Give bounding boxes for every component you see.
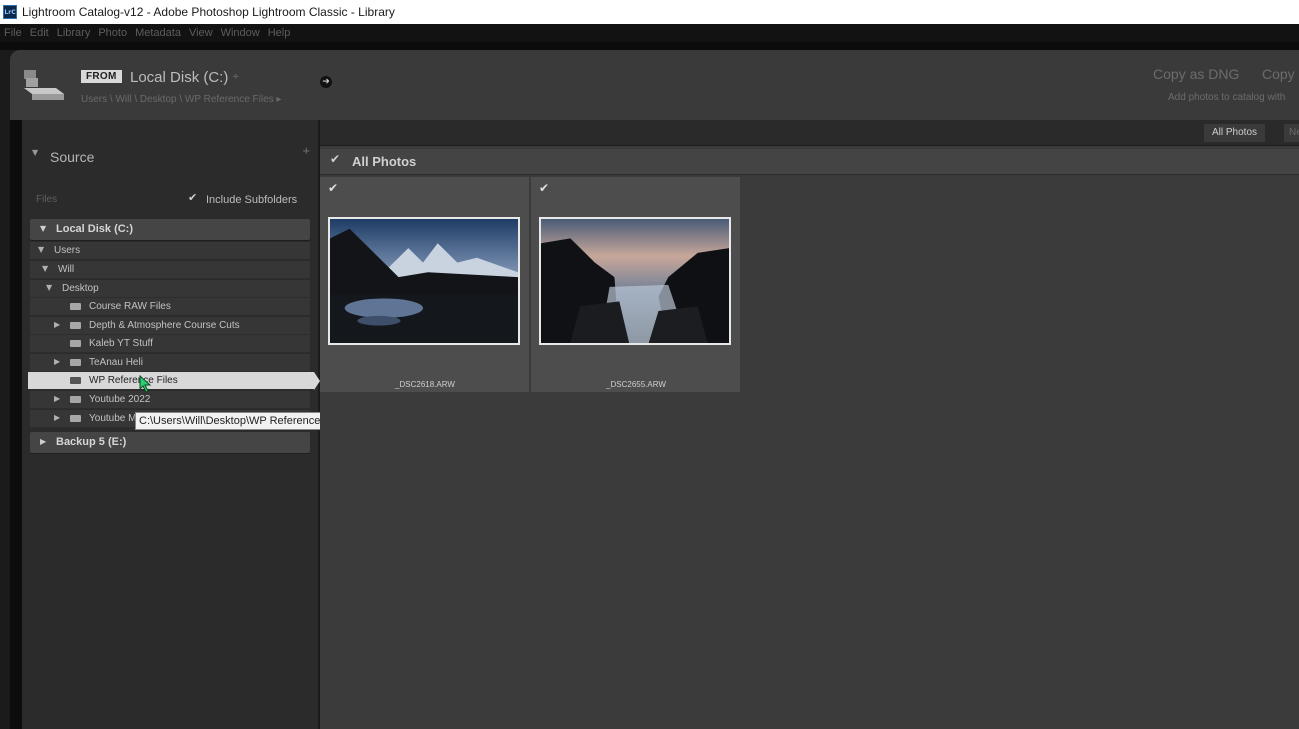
folder-label: Course RAW Files (89, 301, 171, 312)
photo-cell[interactable]: ✔ _DSC2618.ARW (320, 177, 530, 392)
grid-toolbar: All Photos Ne (320, 120, 1299, 146)
tree-folder-course-raw-files[interactable]: Course RAW Files (30, 298, 310, 316)
photo-filename: _DSC2655.ARW (606, 380, 666, 389)
folder-label: Youtube 2022 (89, 394, 151, 405)
group-title: All Photos (352, 154, 417, 169)
folder-label: Kaleb YT Stuff (89, 338, 153, 349)
volume-backup-5[interactable]: ▶ Backup 5 (E:) (30, 432, 310, 453)
menu-edit[interactable]: Edit (30, 27, 49, 39)
location-dropdown-icon[interactable]: ÷ (232, 72, 240, 82)
photo-grid-area: All Photos Ne ✔ All Photos ✔ _DSC2618.AR… (320, 120, 1299, 729)
tree-folder-wp-reference-files[interactable]: WP Reference Files (28, 372, 320, 390)
menu-metadata[interactable]: Metadata (135, 27, 181, 39)
expand-triangle-icon[interactable]: ▼ (40, 224, 46, 233)
folder-icon (70, 415, 81, 422)
tree-folder-kaleb-yt-stuff[interactable]: Kaleb YT Stuff (30, 335, 310, 353)
expand-triangle-icon[interactable]: ▼ (46, 283, 52, 292)
tree-folder-will[interactable]: ▼ Will (30, 261, 310, 279)
photo-thumbnail[interactable] (539, 217, 731, 345)
folder-label: Users (54, 245, 81, 256)
expand-triangle-icon[interactable]: ▶ (54, 413, 60, 422)
collapse-triangle-icon[interactable]: ▼ (32, 148, 38, 157)
tree-folder-youtube-2022[interactable]: ▶ Youtube 2022 (30, 391, 310, 409)
photo-cell[interactable]: ✔ _DSC2655.ARW (531, 177, 741, 392)
tree-folder-depth-atmosphere[interactable]: ▶ Depth & Atmosphere Course Cuts (30, 317, 310, 335)
folder-label: Youtube M (89, 413, 137, 424)
volume-label: Backup 5 (E:) (56, 436, 127, 448)
expand-triangle-icon[interactable]: ▶ (54, 320, 60, 329)
lightroom-app-icon: LrC (3, 5, 17, 19)
expand-triangle-icon[interactable]: ▼ (42, 264, 48, 273)
volume-local-disk[interactable]: ▼ Local Disk (C:) (30, 219, 310, 240)
files-label: Files (36, 194, 58, 205)
menu-help[interactable]: Help (268, 27, 291, 39)
photo-thumbnail[interactable] (328, 217, 520, 345)
add-source-icon[interactable]: + (302, 146, 310, 157)
menu-file[interactable]: File (4, 27, 22, 39)
menu-bar: File Edit Library Photo Metadata View Wi… (0, 24, 1299, 42)
from-badge: FROM (81, 70, 122, 83)
folder-label: TeAnau Heli (89, 357, 143, 368)
menu-view[interactable]: View (189, 27, 213, 39)
menu-photo[interactable]: Photo (98, 27, 127, 39)
folder-icon (70, 340, 81, 347)
files-row: Files ✔ Include Subfolders (22, 188, 318, 210)
folder-path-tooltip: C:\Users\Will\Desktop\WP Reference Files (135, 412, 351, 430)
photo-filename: _DSC2618.ARW (395, 380, 455, 389)
expand-triangle-icon[interactable]: ▶ (54, 394, 60, 403)
expand-triangle-icon[interactable]: ▶ (40, 437, 46, 446)
folder-label: WP Reference Files (89, 375, 178, 386)
tree-folder-users[interactable]: ▼ Users (30, 242, 310, 260)
folder-label: Will (58, 264, 75, 275)
photo-checkbox[interactable]: ✔ (539, 181, 549, 195)
photo-checkbox[interactable]: ✔ (328, 181, 338, 195)
group-header: ✔ All Photos (320, 149, 1299, 175)
folder-label: Depth & Atmosphere Course Cuts (89, 320, 240, 331)
menu-library[interactable]: Library (57, 27, 91, 39)
source-location-dropdown[interactable]: Local Disk (C:) (130, 69, 228, 86)
source-panel-title: Source (50, 149, 95, 165)
tab-new-photos[interactable]: Ne (1284, 124, 1299, 142)
copy-option[interactable]: Copy (1262, 66, 1295, 82)
expand-triangle-icon[interactable]: ▶ (54, 357, 60, 366)
select-all-checkbox[interactable]: ✔ (330, 152, 340, 166)
folder-icon (70, 359, 81, 366)
copy-as-dng-option[interactable]: Copy as DNG (1153, 66, 1239, 82)
window-divider (0, 42, 1299, 50)
tab-all-photos[interactable]: All Photos (1204, 124, 1266, 142)
folder-label: Desktop (62, 283, 99, 294)
include-subfolders-checkbox[interactable]: ✔ (188, 191, 197, 204)
folder-icon (70, 322, 81, 329)
include-subfolders-label[interactable]: Include Subfolders (206, 194, 297, 206)
window-title: Lightroom Catalog-v12 - Adobe Photoshop … (22, 5, 395, 19)
tree-folder-teanau-heli[interactable]: ▶ TeAnau Heli (30, 354, 310, 372)
tree-folder-desktop[interactable]: ▼ Desktop (30, 280, 310, 298)
import-mode-caption: Add photos to catalog with (1168, 92, 1286, 103)
mouse-pointer-icon (139, 375, 152, 393)
import-header: FROM Local Disk (C:) ÷ Users \ Will \ De… (10, 50, 1299, 120)
folder-icon (70, 303, 81, 310)
folder-icon (70, 377, 81, 384)
folder-icon (70, 396, 81, 403)
source-path-breadcrumb[interactable]: Users \ Will \ Desktop \ WP Reference Fi… (81, 94, 281, 105)
left-panel-edge (10, 120, 22, 729)
volume-label: Local Disk (C:) (56, 223, 134, 235)
menu-window[interactable]: Window (221, 27, 260, 39)
arrow-right-icon[interactable]: ➜ (320, 76, 332, 88)
hard-drive-icon (24, 70, 64, 100)
expand-triangle-icon[interactable]: ▼ (38, 245, 44, 254)
source-panel-header[interactable]: ▼ Source + (22, 144, 318, 168)
title-bar: LrC Lightroom Catalog-v12 - Adobe Photos… (0, 0, 1299, 24)
